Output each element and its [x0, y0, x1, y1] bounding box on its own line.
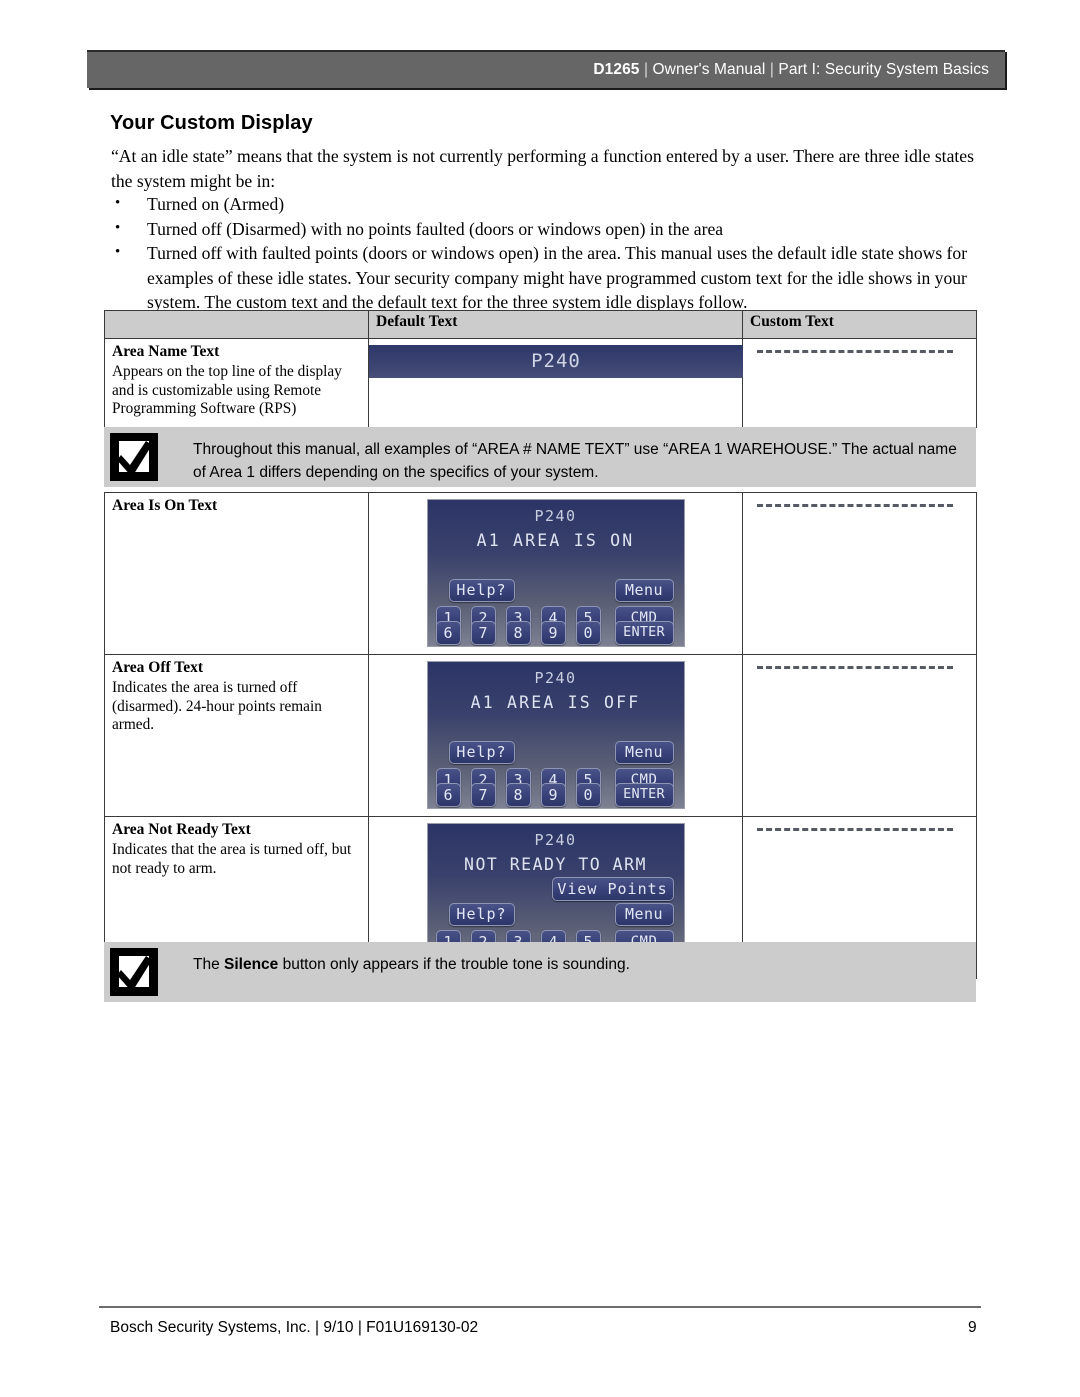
custom-text-writeline[interactable] [757, 350, 953, 353]
keypad-screen: P240 A1 AREA IS ON Help? Menu 1 2 3 4 5 … [426, 499, 685, 647]
keypad-line-2: A1 AREA IS OFF [470, 693, 641, 712]
table-row: Area Is On Text P240 A1 AREA IS ON Help?… [104, 492, 977, 655]
bullet-icon: • [115, 219, 121, 236]
keypad-menu-button[interactable]: Menu [614, 903, 674, 926]
list-item-text: Turned off (Disarmed) with no points fau… [147, 218, 724, 239]
header-part-1: Owner's Manual [652, 61, 766, 78]
custom-text-cell-area-name-text[interactable] [742, 338, 977, 428]
header-title: D1265 | Owner's Manual | Part I: Securit… [593, 61, 989, 79]
notice-text-after: button only appears if the trouble tone … [278, 956, 630, 973]
keypad-menu-button[interactable]: Menu [614, 579, 674, 602]
custom-text-writeline[interactable] [757, 828, 953, 831]
table-row: Area Name Text Appears on the top line o… [104, 338, 977, 428]
column-header-default-text: Default Text [368, 310, 743, 339]
checkmark-box-icon [110, 948, 158, 996]
keypad-help-button[interactable]: Help? [448, 579, 515, 602]
default-text-cell-area-name-text: P240 [368, 338, 743, 428]
keypad-key-9[interactable]: 9 [540, 783, 566, 807]
column-header-blank [104, 310, 369, 339]
header-separator-2: | [769, 61, 774, 78]
keypad-key-7[interactable]: 7 [470, 783, 496, 807]
notice-box-silence-button: The Silence button only appears if the t… [104, 942, 976, 1002]
column-header-custom-text: Custom Text [742, 310, 977, 339]
keypad-key-6[interactable]: 6 [435, 621, 461, 645]
page-number: 9 [968, 1319, 977, 1336]
idle-display-table-part-2: Area Is On Text P240 A1 AREA IS ON Help?… [104, 492, 977, 979]
notice-text-before: The [193, 956, 225, 973]
document-page: D1265 | Owner's Manual | Part I: Securit… [0, 0, 1080, 1397]
keypad-line-1: P240 [534, 507, 577, 525]
table-row: Area Off Text Indicates the area is turn… [104, 654, 977, 817]
keypad-enter-button[interactable]: ENTER [614, 621, 674, 645]
footer-publisher-text: Bosch Security Systems, Inc. | 9/10 | F0… [110, 1319, 479, 1336]
keypad-graphic-area-off: P240 A1 AREA IS OFF Help? Menu 1 2 3 4 5… [426, 661, 685, 809]
custom-text-cell-area-off-text[interactable] [742, 654, 977, 817]
custom-text-cell-area-is-on-text[interactable] [742, 492, 977, 655]
header-separator-1: | [643, 61, 649, 78]
notice-text: Throughout this manual, all examples of … [193, 441, 957, 481]
keypad-view-points-button[interactable]: View Points [551, 877, 674, 901]
keypad-key-0[interactable]: 0 [575, 621, 601, 645]
checkmark-glyph-icon [117, 956, 152, 992]
intro-bullet-list: • Turned on (Armed) • Turned off (Disarm… [111, 192, 987, 315]
keypad-banner-graphic: P240 [369, 345, 743, 378]
list-item-text: Turned off with faulted points (doors or… [147, 243, 968, 312]
keypad-graphic-area-is-on: P240 A1 AREA IS ON Help? Menu 1 2 3 4 5 … [426, 499, 685, 647]
idle-display-table-part-1: Default Text Custom Text Area Name Text … [104, 310, 977, 428]
bullet-icon: • [115, 195, 121, 211]
header-part-2: Part I: Security System Basics [778, 61, 989, 78]
bullet-icon: • [115, 244, 121, 260]
list-item: • Turned off with faulted points (doors … [111, 241, 987, 315]
custom-text-writeline[interactable] [757, 666, 953, 669]
row-label: Area Name Text [112, 343, 220, 360]
row-description: Appears on the top line of the display a… [112, 363, 342, 417]
table-header-row: Default Text Custom Text [104, 310, 977, 339]
keypad-key-8[interactable]: 8 [505, 621, 531, 645]
row-label: Area Off Text [112, 659, 203, 676]
keypad-screen: P240 A1 AREA IS OFF Help? Menu 1 2 3 4 5… [426, 661, 685, 809]
page-header-bar: D1265 | Owner's Manual | Part I: Securit… [87, 50, 1005, 88]
keypad-key-8[interactable]: 8 [505, 783, 531, 807]
row-label-cell-area-is-on-text: Area Is On Text [104, 492, 369, 655]
row-description: Indicates the area is turned off (disarm… [112, 679, 322, 733]
keypad-help-button[interactable]: Help? [448, 903, 515, 926]
default-text-cell-area-off-text: P240 A1 AREA IS OFF Help? Menu 1 2 3 4 5… [368, 654, 743, 817]
intro-paragraph: “At an idle state” means that the system… [111, 146, 974, 191]
page-title: Your Custom Display [110, 112, 313, 134]
footer-divider [99, 1306, 981, 1308]
row-label: Area Is On Text [112, 497, 218, 514]
notice-box-area-naming: Throughout this manual, all examples of … [104, 427, 976, 487]
row-description [105, 517, 368, 522]
keypad-line-2: A1 AREA IS ON [476, 531, 635, 550]
display-banner: P240 [369, 345, 743, 378]
keypad-key-0[interactable]: 0 [575, 783, 601, 807]
checkmark-glyph-icon [117, 441, 152, 477]
notice-text-bold: Silence [224, 956, 279, 973]
keypad-menu-button[interactable]: Menu [614, 741, 674, 764]
keypad-help-button[interactable]: Help? [448, 741, 515, 764]
keypad-key-6[interactable]: 6 [435, 783, 461, 807]
row-label-cell-area-off-text: Area Off Text Indicates the area is turn… [104, 654, 369, 817]
keypad-line-1: P240 [534, 669, 577, 687]
list-item: • Turned off (Disarmed) with no points f… [111, 217, 987, 242]
notice-text: The Silence button only appears if the t… [193, 953, 964, 976]
keypad-key-7[interactable]: 7 [470, 621, 496, 645]
list-item: • Turned on (Armed) [111, 192, 987, 217]
row-description: Indicates that the area is turned off, b… [112, 841, 352, 877]
header-model: D1265 [593, 61, 640, 78]
row-label: Area Not Ready Text [112, 821, 251, 838]
keypad-line-2: NOT READY TO ARM [464, 855, 647, 874]
default-text-cell-area-is-on-text: P240 A1 AREA IS ON Help? Menu 1 2 3 4 5 … [368, 492, 743, 655]
row-label-cell-area-name-text: Area Name Text Appears on the top line o… [104, 338, 369, 428]
list-item-text: Turned on (Armed) [147, 194, 285, 214]
custom-text-writeline[interactable] [757, 504, 953, 507]
checkmark-box-icon [110, 433, 158, 481]
keypad-enter-button[interactable]: ENTER [614, 783, 674, 807]
keypad-key-9[interactable]: 9 [540, 621, 566, 645]
display-title-text: P240 [531, 350, 581, 372]
keypad-line-1: P240 [534, 831, 577, 849]
